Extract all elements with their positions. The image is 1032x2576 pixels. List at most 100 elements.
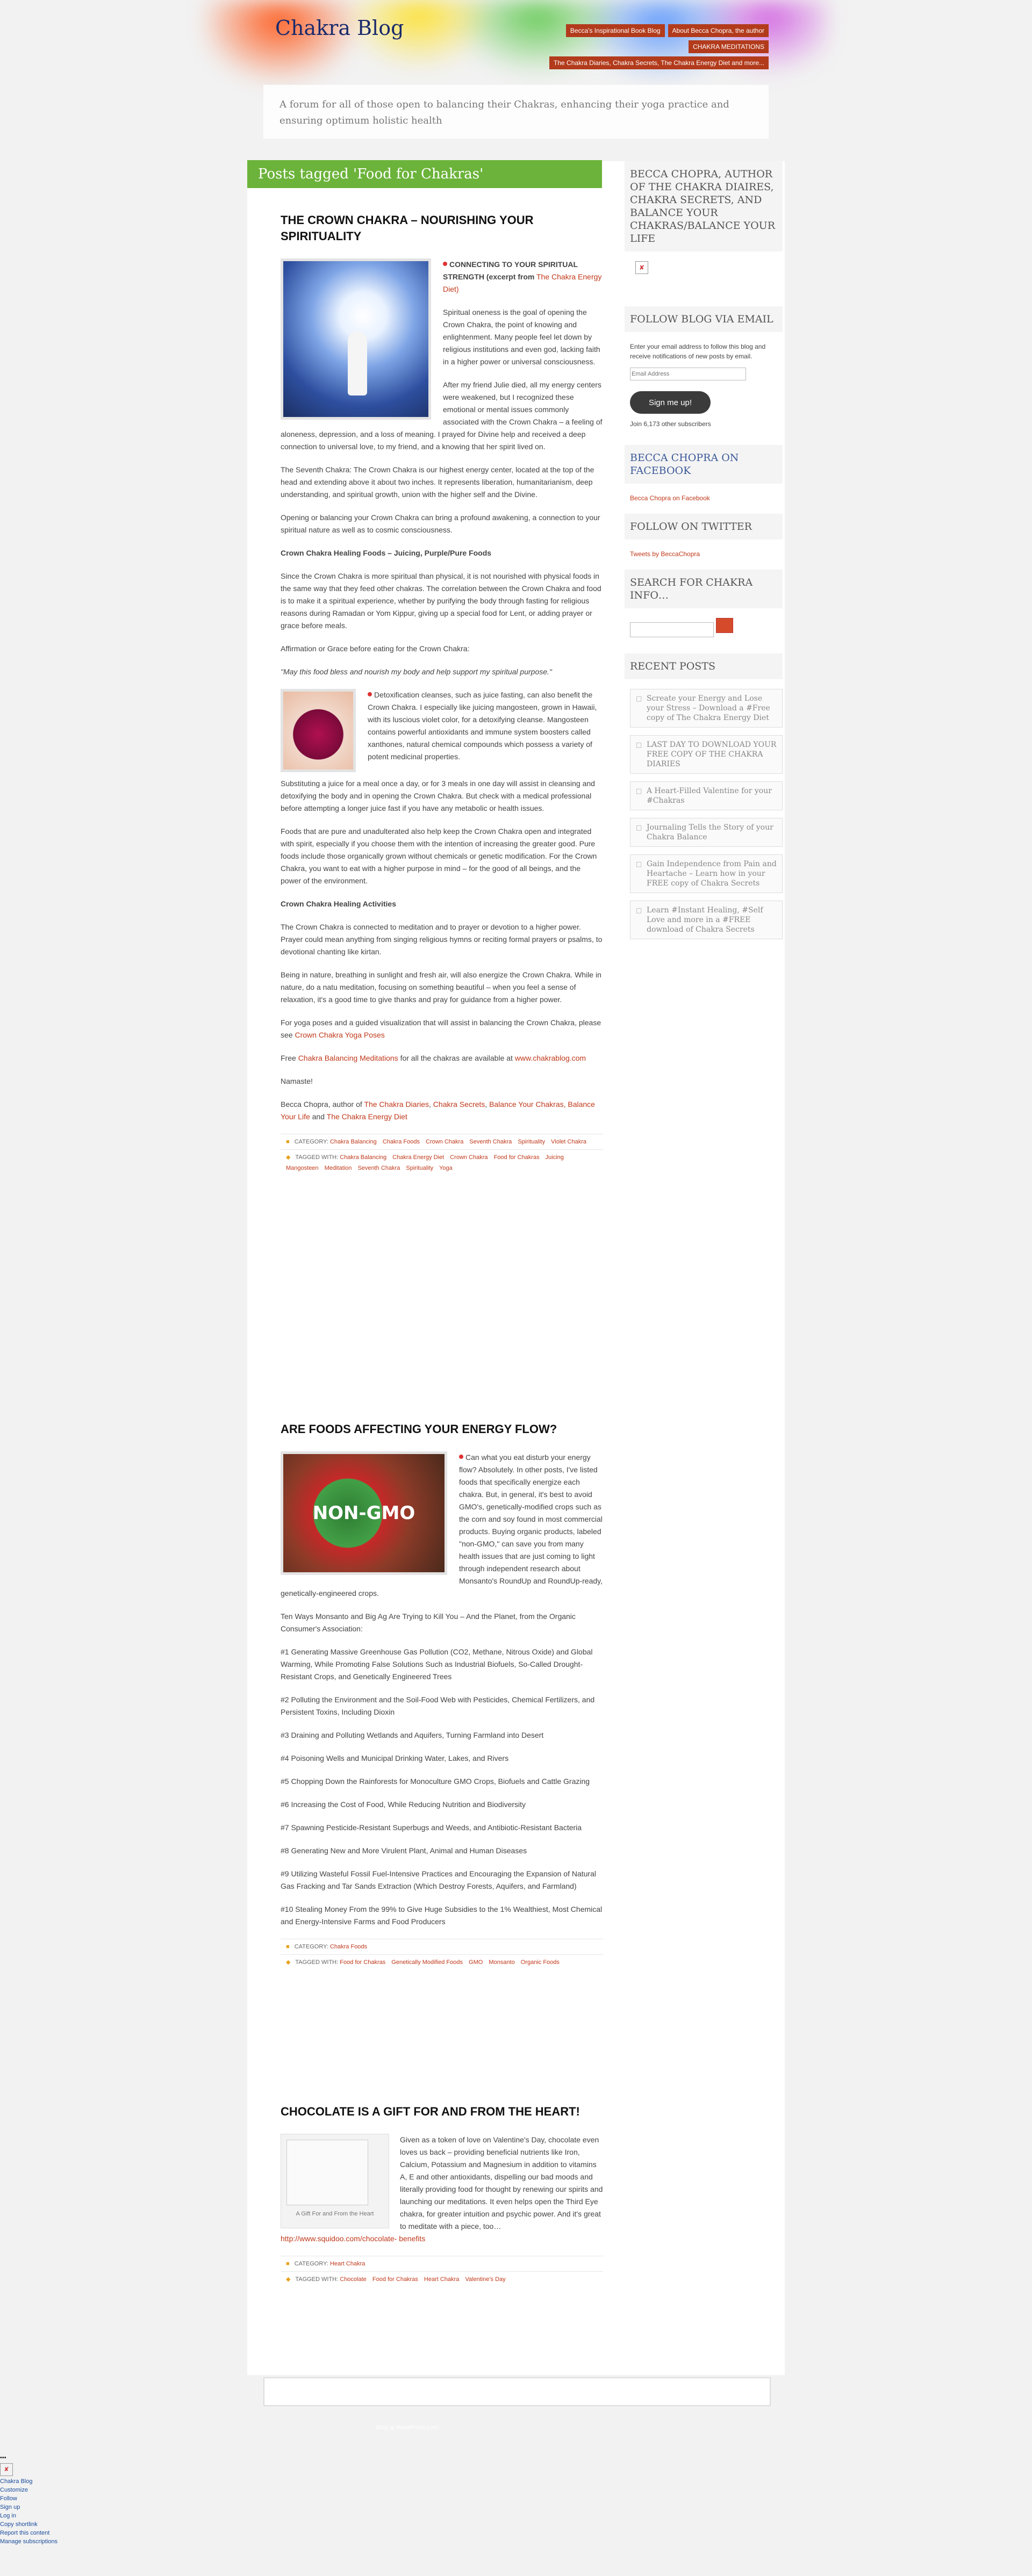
footer-credit[interactable]: Blog at WordPress.com.	[376, 2424, 440, 2431]
yoga-poses-link[interactable]: Crown Chakra Yoga Poses	[295, 1031, 384, 1039]
tag-link[interactable]: Chakra Energy Diet	[392, 1154, 444, 1161]
post-tags-row: ◆ TAGGED WITH: Chakra Balancing Chakra E…	[281, 1149, 603, 1176]
folder-icon: ■	[286, 2261, 290, 2267]
post-tags-row: ◆ TAGGED WITH: Chocolate Food for Chakra…	[281, 2271, 603, 2287]
search-input[interactable]	[630, 622, 714, 637]
tag-link[interactable]: Food for Chakras	[340, 1959, 385, 1966]
juice-image[interactable]	[281, 689, 356, 772]
recent-post-link[interactable]: Journaling Tells the Story of your Chakr…	[630, 817, 783, 847]
post-title[interactable]: THE CROWN CHAKRA – NOURISHING YOUR SPIRI…	[281, 212, 603, 244]
post-title[interactable]: CHOCOLATE IS A GIFT FOR AND FROM THE HEA…	[281, 2104, 603, 2120]
post-paragraph: Being in nature, breathing in sunlight a…	[281, 970, 601, 1004]
admin-link-customize[interactable]: Customize	[0, 2487, 28, 2493]
category-label: CATEGORY:	[294, 1139, 328, 1145]
tag-link[interactable]: Monsanto	[489, 1959, 514, 1966]
recent-post-link[interactable]: Gain Independence from Pain and Heartach…	[630, 854, 783, 893]
search-widget-title: SEARCH FOR CHAKRA INFO…	[625, 570, 783, 608]
recent-post-link[interactable]: LAST DAY TO DOWNLOAD YOUR FREE COPY OF T…	[630, 735, 783, 774]
tag-link[interactable]: Juicing	[546, 1154, 564, 1161]
category-link[interactable]: Heart Chakra	[330, 2261, 365, 2267]
tag-link[interactable]: Spirituality	[406, 1165, 433, 1171]
tag-link[interactable]: Chocolate	[340, 2276, 367, 2283]
tag-link[interactable]: Mangosteen	[286, 1165, 319, 1171]
sign-up-button[interactable]: Sign me up!	[630, 391, 711, 414]
tags-label: TAGGED WITH:	[295, 1959, 339, 1966]
post-paragraph: Substituting a juice for a meal once a d…	[281, 779, 595, 812]
nav-item-book-blog[interactable]: Becca's Inspirational Book Blog	[565, 24, 665, 37]
category-label: CATEGORY:	[294, 1944, 328, 1950]
squidoo-link[interactable]: http://www.squidoo.com/chocolate-	[281, 2234, 397, 2243]
category-link[interactable]: Violet Chakra	[551, 1139, 586, 1145]
recent-post-link[interactable]: Screate your Energy and Lose your Stress…	[630, 688, 783, 728]
list-item: #1 Generating Massive Greenhouse Gas Pol…	[281, 1647, 593, 1681]
category-link[interactable]: Seventh Chakra	[469, 1139, 512, 1145]
tags-label: TAGGED WITH:	[295, 2276, 339, 2283]
tag-link[interactable]: GMO	[469, 1959, 483, 1966]
category-link[interactable]: Chakra Foods	[383, 1139, 420, 1145]
tag-link[interactable]: Food for Chakras	[494, 1154, 540, 1161]
chakrablog-link[interactable]: www.chakrablog.com	[515, 1054, 586, 1062]
nav-item-chakra-books[interactable]: The Chakra Diaries, Chakra Secrets, The …	[549, 56, 769, 69]
book-link-chakra-diaries[interactable]: The Chakra Diaries	[364, 1100, 429, 1109]
bullet-dot	[443, 262, 447, 266]
post-paragraph: Ten Ways Monsanto and Big Ag Are Trying …	[281, 1612, 576, 1633]
admin-link-blog[interactable]: Chakra Blog	[0, 2478, 33, 2485]
book-link-chakra-energy-diet[interactable]: The Chakra Energy Diet	[327, 1112, 407, 1121]
tag-link[interactable]: Heart Chakra	[424, 2276, 459, 2283]
admin-link-report[interactable]: Report this content	[0, 2530, 49, 2536]
category-link[interactable]: Crown Chakra	[426, 1139, 463, 1145]
admin-link-log-in[interactable]: Log in	[0, 2513, 16, 2519]
post-paragraph: The Seventh Chakra: The Crown Chakra is …	[281, 465, 594, 499]
category-label: CATEGORY:	[294, 2261, 328, 2267]
email-field[interactable]	[630, 368, 746, 380]
site-title[interactable]: Chakra Blog	[275, 16, 404, 40]
search-form	[625, 618, 783, 653]
admin-link-subscriptions[interactable]: Manage subscriptions	[0, 2538, 58, 2545]
sidebar: BECCA CHOPRA, AUTHOR OF THE CHAKRA DIAIR…	[625, 161, 783, 947]
list-item: #4 Poisoning Wells and Municipal Drinkin…	[281, 1754, 509, 1762]
category-link[interactable]: Chakra Balancing	[330, 1139, 377, 1145]
nav-item-about-author[interactable]: About Becca Chopra, the author	[668, 24, 769, 37]
tag-link[interactable]: Valentine's Day	[465, 2276, 505, 2283]
nav-item-chakra-meditations[interactable]: CHAKRA MEDITATIONS	[689, 40, 769, 53]
post-title[interactable]: ARE FOODS AFFECTING YOUR ENERGY FLOW?	[281, 1421, 603, 1437]
post-subheading: Crown Chakra Healing Activities	[281, 900, 396, 908]
tag-link[interactable]: Organic Foods	[521, 1959, 560, 1966]
recent-post-link[interactable]: A Heart-Filled Valentine for your #Chakr…	[630, 781, 783, 810]
post-affirmation: "May this food bless and nourish my body…	[281, 667, 552, 676]
tag-icon: ◆	[286, 1959, 291, 1966]
squidoo-link-continued[interactable]: benefits	[399, 2234, 425, 2243]
tag-link[interactable]: Yoga	[439, 1165, 453, 1171]
site-icon[interactable]: ✘	[0, 2463, 13, 2476]
post-crown-chakra: THE CROWN CHAKRA – NOURISHING YOUR SPIRI…	[281, 212, 603, 1176]
tag-link[interactable]: Chakra Balancing	[340, 1154, 386, 1161]
category-link[interactable]: Chakra Foods	[330, 1944, 367, 1950]
more-dots-icon[interactable]: •••	[0, 2455, 226, 2461]
chocolate-image[interactable]	[286, 2140, 368, 2205]
meditations-link[interactable]: Chakra Balancing Meditations	[298, 1054, 398, 1062]
tag-icon: ◆	[286, 1154, 291, 1161]
facebook-link[interactable]: Becca Chopra on Facebook	[630, 494, 710, 502]
recent-post-link[interactable]: Learn #Instant Healing, #Self Love and m…	[630, 900, 783, 939]
tag-link[interactable]: Seventh Chakra	[357, 1165, 400, 1171]
facebook-title-link[interactable]: BECCA CHOPRA ON FACEBOOK	[630, 452, 739, 477]
author-image-placeholder[interactable]: ✘	[625, 261, 783, 306]
folder-icon: ■	[286, 1139, 290, 1145]
crown-chakra-image[interactable]	[281, 258, 431, 420]
tag-link[interactable]: Crown Chakra	[450, 1154, 488, 1161]
archive-title: Posts tagged 'Food for Chakras'	[247, 160, 602, 188]
category-link[interactable]: Spirituality	[518, 1139, 545, 1145]
author-widget-title: BECCA CHOPRA, AUTHOR OF THE CHAKRA DIAIR…	[625, 161, 783, 251]
book-link-chakra-secrets[interactable]: Chakra Secrets	[433, 1100, 485, 1109]
admin-link-sign-up[interactable]: Sign up	[0, 2504, 20, 2510]
admin-link-shortlink[interactable]: Copy shortlink	[0, 2521, 38, 2528]
non-gmo-image[interactable]: NON-GMO	[281, 1451, 447, 1575]
list-item: #6 Increasing the Cost of Food, While Re…	[281, 1800, 526, 1809]
tag-link[interactable]: Meditation	[325, 1165, 352, 1171]
tag-link[interactable]: Genetically Modified Foods	[391, 1959, 463, 1966]
tag-link[interactable]: Food for Chakras	[372, 2276, 418, 2283]
non-gmo-label: NON-GMO	[283, 1454, 445, 1572]
twitter-link[interactable]: Tweets by BeccaChopra	[630, 550, 700, 558]
admin-link-follow[interactable]: Follow	[0, 2495, 17, 2502]
search-button[interactable]	[716, 618, 734, 633]
